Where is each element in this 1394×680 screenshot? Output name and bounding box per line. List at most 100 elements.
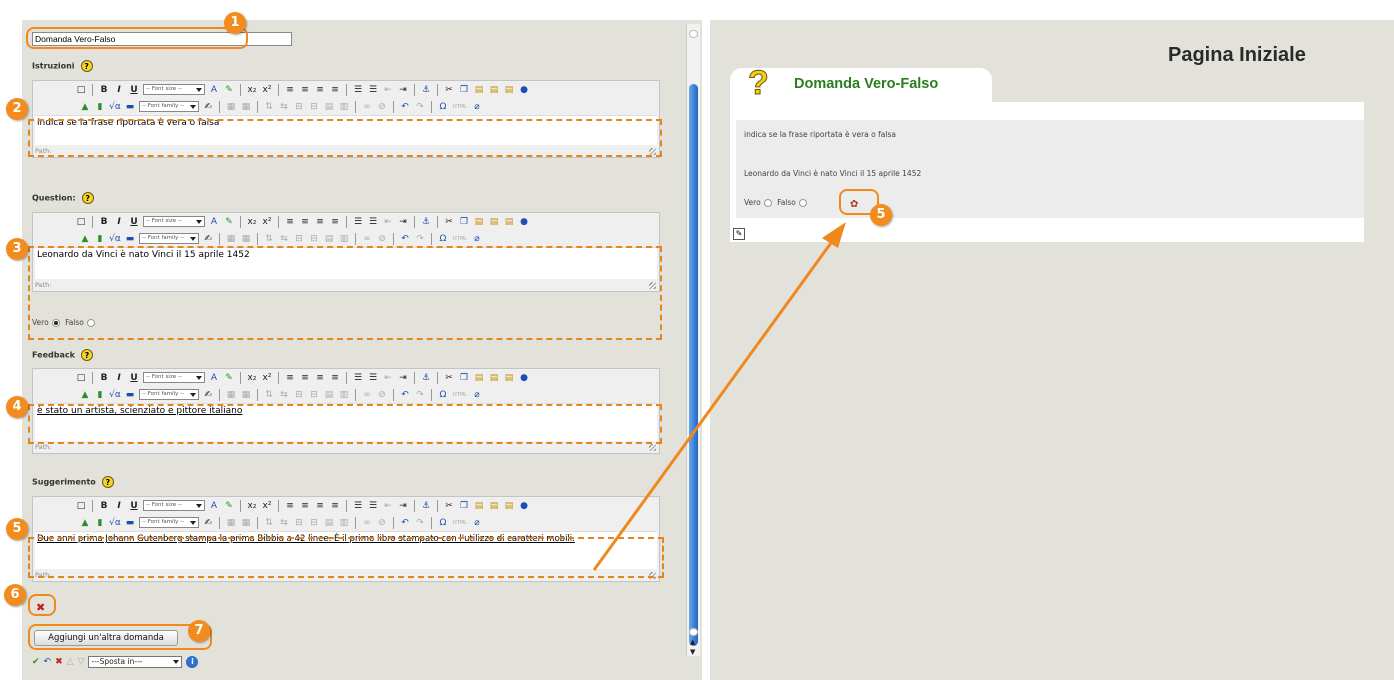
underline-icon[interactable]: U <box>128 216 140 228</box>
scroll-thumb[interactable] <box>689 84 698 646</box>
move-to-select[interactable]: ---Sposta in--- <box>88 656 183 668</box>
numbered-list-icon[interactable]: ☰ <box>367 216 379 228</box>
special-char-icon[interactable]: Ω <box>437 101 449 113</box>
italic-icon[interactable]: I <box>113 372 125 384</box>
paste-icon[interactable]: ▤ <box>473 216 485 228</box>
scroll-down-arrow[interactable]: ▼ <box>690 648 695 656</box>
underline-icon[interactable]: U <box>128 84 140 96</box>
justify-icon[interactable]: ≡ <box>329 84 341 96</box>
math-icon[interactable]: √α <box>109 517 121 529</box>
align-left-icon[interactable]: ≡ <box>284 216 296 228</box>
del-col-icon[interactable]: ⊟ <box>308 233 320 245</box>
row-icon[interactable]: ⇅ <box>263 101 275 113</box>
image-icon[interactable]: ▲ <box>79 517 91 529</box>
falso-radio[interactable] <box>798 199 807 207</box>
del-row-icon[interactable]: ⊟ <box>293 517 305 529</box>
cleanup-icon[interactable]: ⌀ <box>471 101 483 113</box>
link-icon[interactable]: ∞ <box>361 389 373 401</box>
row-icon[interactable]: ⇅ <box>263 517 275 529</box>
math-icon[interactable]: √α <box>109 233 121 245</box>
italic-icon[interactable]: I <box>113 500 125 512</box>
editor-help-icon[interactable]: ● <box>518 372 530 384</box>
superscript-icon[interactable]: x² <box>261 500 273 512</box>
table-icon[interactable]: ▦ <box>225 517 237 529</box>
outdent-icon[interactable]: ⇤ <box>382 216 394 228</box>
media-icon[interactable]: ▮ <box>94 517 106 529</box>
html-icon[interactable]: HTML <box>452 233 468 245</box>
delete-icon[interactable]: ✖ <box>55 657 63 667</box>
vero-radio[interactable] <box>763 199 772 207</box>
bullet-list-icon[interactable]: ☰ <box>352 372 364 384</box>
justify-icon[interactable]: ≡ <box>329 500 341 512</box>
bullet-list-icon[interactable]: ☰ <box>352 84 364 96</box>
superscript-icon[interactable]: x² <box>261 84 273 96</box>
link-icon[interactable]: ∞ <box>361 233 373 245</box>
new-doc-icon[interactable]: □ <box>75 500 87 512</box>
media-icon[interactable]: ▮ <box>94 101 106 113</box>
numbered-list-icon[interactable]: ☰ <box>367 500 379 512</box>
text-color-icon[interactable]: A <box>208 372 220 384</box>
underline-icon[interactable]: U <box>128 372 140 384</box>
del-row-icon[interactable]: ⊟ <box>293 101 305 113</box>
help-icon[interactable]: ? <box>80 349 93 361</box>
image-icon[interactable]: ▲ <box>79 233 91 245</box>
paste-icon[interactable]: ▤ <box>473 500 485 512</box>
align-right-icon[interactable]: ≡ <box>314 84 326 96</box>
align-right-icon[interactable]: ≡ <box>314 216 326 228</box>
image-icon[interactable]: ▲ <box>79 101 91 113</box>
font-size-select[interactable]: -- Font size -- <box>143 84 205 95</box>
text-color-icon[interactable]: A <box>208 216 220 228</box>
edit-icon[interactable]: ✍ <box>202 101 214 113</box>
font-family-select[interactable]: -- Font family -- <box>139 233 199 244</box>
table-icon[interactable]: ▦ <box>225 233 237 245</box>
new-doc-icon[interactable]: □ <box>75 216 87 228</box>
hr-icon[interactable]: ▬ <box>124 101 136 113</box>
del-col-icon[interactable]: ⊟ <box>308 389 320 401</box>
unlink-icon[interactable]: ⊘ <box>376 101 388 113</box>
copy-icon[interactable]: ❐ <box>458 84 470 96</box>
anchor-icon[interactable]: ⚓ <box>420 216 432 228</box>
indent-icon[interactable]: ⇥ <box>397 216 409 228</box>
outdent-icon[interactable]: ⇤ <box>382 372 394 384</box>
align-right-icon[interactable]: ≡ <box>314 500 326 512</box>
paste-icon[interactable]: ▤ <box>473 372 485 384</box>
link-icon[interactable]: ∞ <box>361 517 373 529</box>
confirm-icon[interactable]: ✔ <box>32 657 40 667</box>
col-icon[interactable]: ⇆ <box>278 517 290 529</box>
del-row-icon[interactable]: ⊟ <box>293 389 305 401</box>
copy-icon[interactable]: ❐ <box>458 500 470 512</box>
paste-word-icon[interactable]: ▤ <box>503 84 515 96</box>
redo-icon[interactable]: ↷ <box>414 101 426 113</box>
numbered-list-icon[interactable]: ☰ <box>367 372 379 384</box>
undo-icon[interactable]: ↶ <box>399 389 411 401</box>
paste-text-icon[interactable]: ▤ <box>488 216 500 228</box>
font-size-select[interactable]: -- Font size -- <box>143 372 205 383</box>
hr-icon[interactable]: ▬ <box>124 389 136 401</box>
html-icon[interactable]: HTML <box>452 517 468 529</box>
font-family-select[interactable]: -- Font family -- <box>139 101 199 112</box>
merge-icon[interactable]: ▤ <box>323 101 335 113</box>
align-right-icon[interactable]: ≡ <box>314 372 326 384</box>
redo-icon[interactable]: ↷ <box>414 233 426 245</box>
redo-icon[interactable]: ↷ <box>414 389 426 401</box>
merge-icon[interactable]: ▤ <box>323 517 335 529</box>
move-down-icon[interactable]: ▽ <box>78 657 85 667</box>
undo-icon[interactable]: ↶ <box>399 101 411 113</box>
editor-scrollbar[interactable]: ▲ ▼ <box>686 24 700 656</box>
edit-icon[interactable]: ✍ <box>202 389 214 401</box>
anchor-icon[interactable]: ⚓ <box>420 372 432 384</box>
edit-note-icon[interactable]: ✎ <box>733 228 745 240</box>
hr-icon[interactable]: ▬ <box>124 517 136 529</box>
indent-icon[interactable]: ⇥ <box>397 500 409 512</box>
copy-icon[interactable]: ❐ <box>458 372 470 384</box>
bold-icon[interactable]: B <box>98 372 110 384</box>
bold-icon[interactable]: B <box>98 84 110 96</box>
paste-word-icon[interactable]: ▤ <box>503 500 515 512</box>
help-icon[interactable]: ? <box>80 60 93 72</box>
highlight-color-icon[interactable]: ✎ <box>223 84 235 96</box>
bullet-list-icon[interactable]: ☰ <box>352 216 364 228</box>
del-row-icon[interactable]: ⊟ <box>293 233 305 245</box>
font-size-select[interactable]: -- Font size -- <box>143 500 205 511</box>
unlink-icon[interactable]: ⊘ <box>376 517 388 529</box>
paste-text-icon[interactable]: ▤ <box>488 372 500 384</box>
